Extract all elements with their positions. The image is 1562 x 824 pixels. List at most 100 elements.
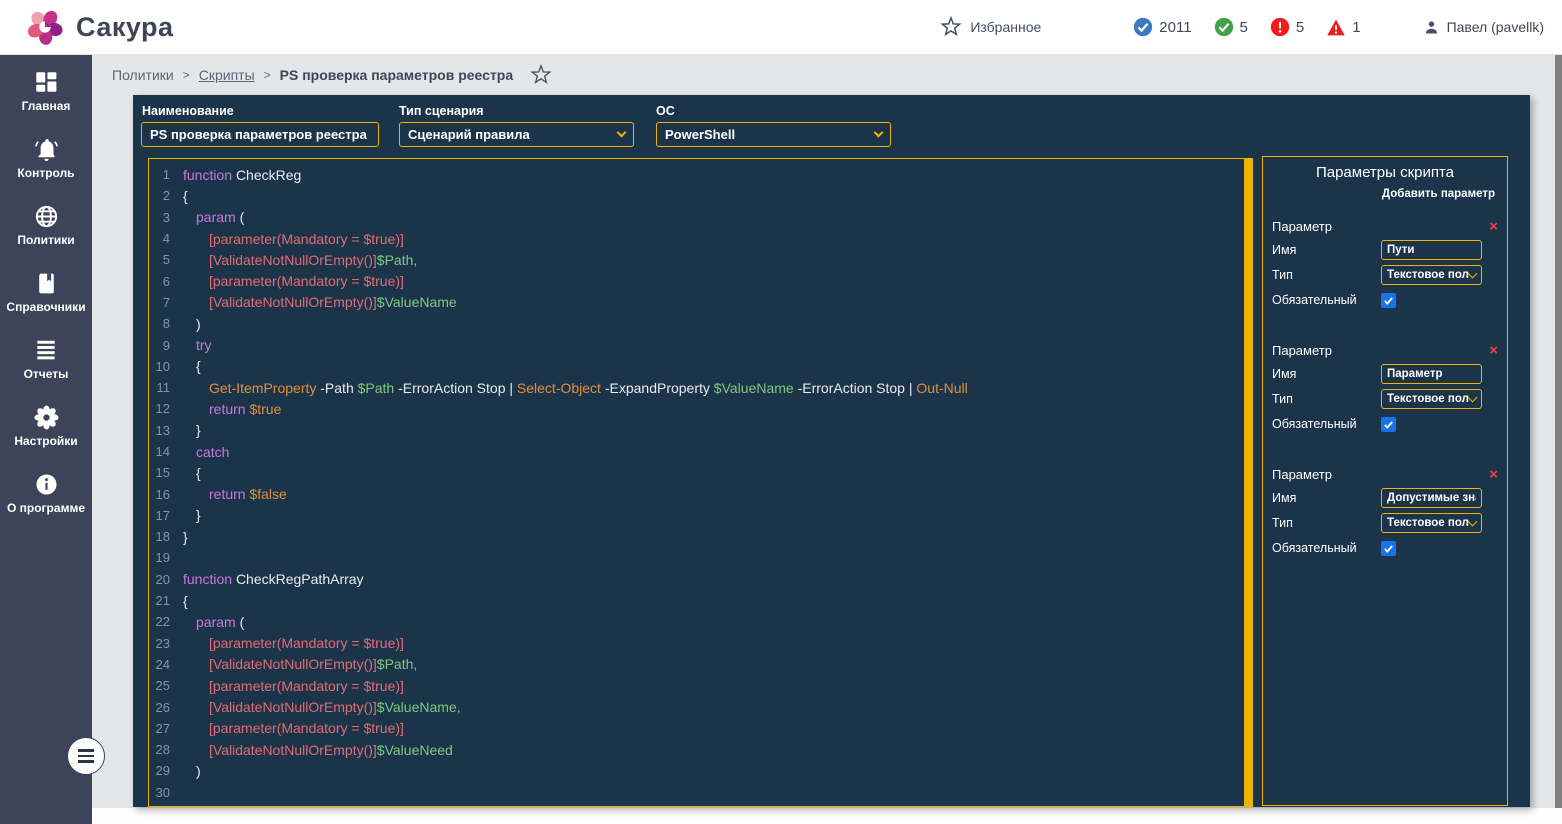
- check-icon: [1383, 543, 1394, 554]
- sidebar-item-policies[interactable]: Политики: [0, 202, 92, 269]
- editor-scrollbar[interactable]: [1244, 159, 1252, 806]
- line-code: [ValidateNotNullOrEmpty()]$ValueName: [183, 294, 457, 310]
- line-code: [ValidateNotNullOrEmpty()]$ValueNeed: [183, 742, 453, 758]
- parameter-required-label: Обязательный: [1272, 417, 1381, 431]
- sidebar: ГлавнаяКонтрольПолитики Справочники Отчеты…: [0, 55, 92, 824]
- chevron-down-icon: [1468, 269, 1478, 279]
- line-number: 26: [149, 700, 183, 715]
- parameter-type-value: Текстовое поле: [1387, 517, 1469, 529]
- code-line: 5 [ValidateNotNullOrEmpty()]$Path,: [149, 249, 1252, 270]
- parameter-required-checkbox[interactable]: [1381, 417, 1396, 432]
- code-line: 2 {: [149, 185, 1252, 206]
- badge-total[interactable]: 2011: [1133, 17, 1191, 37]
- parameter-name-label: Имя: [1272, 491, 1381, 505]
- parameter-type-select[interactable]: Текстовое поле: [1381, 389, 1482, 409]
- chevron-down-icon: [617, 128, 627, 138]
- app-title: Сакура: [76, 12, 174, 43]
- parameter-name-input[interactable]: [1381, 488, 1482, 508]
- chevron-down-icon: [1468, 517, 1478, 527]
- line-number: 7: [149, 295, 183, 310]
- line-number: 16: [149, 487, 183, 502]
- remove-parameter-icon[interactable]: ×: [1489, 343, 1498, 358]
- line-code: {: [183, 188, 188, 204]
- code-line: 17 }: [149, 505, 1252, 526]
- remove-parameter-icon[interactable]: ×: [1489, 219, 1498, 234]
- code-line: 10 {: [149, 356, 1252, 377]
- chevron-down-icon: [1468, 393, 1478, 403]
- badge-total-count: 2011: [1159, 19, 1191, 36]
- parameter-type-label: Тип: [1272, 516, 1381, 530]
- sidebar-item-reports[interactable]: Отчеты: [0, 336, 92, 403]
- line-code: function CheckRegPathArray: [183, 571, 364, 587]
- bookmark-star-icon[interactable]: [530, 64, 552, 86]
- app-logo[interactable]: Сакура: [24, 6, 174, 48]
- badge-error[interactable]: 5: [1270, 17, 1304, 37]
- name-input[interactable]: [141, 122, 379, 147]
- badge-success[interactable]: 5: [1214, 17, 1248, 37]
- badge-warning[interactable]: 1: [1326, 17, 1360, 37]
- menu-toggle-button[interactable]: [67, 737, 105, 775]
- check-icon: [1383, 419, 1394, 430]
- line-code: [ValidateNotNullOrEmpty()]$Path,: [183, 656, 417, 672]
- script-editor-panel: Наименование Тип сценария Сценарий прави…: [133, 95, 1530, 807]
- breadcrumb-scripts[interactable]: Скрипты: [199, 67, 255, 83]
- line-number: 6: [149, 274, 183, 289]
- code-editor[interactable]: 1 function CheckReg 2 { 3 param ( 4 [par…: [148, 158, 1253, 807]
- line-code: [parameter(Mandatory = $true)]: [183, 720, 404, 736]
- parameter-type-select[interactable]: Текстовое поле: [1381, 513, 1482, 533]
- parameter-required-checkbox[interactable]: [1381, 293, 1396, 308]
- parameter-block-title: Параметр: [1272, 343, 1332, 358]
- parameter-required-label: Обязательный: [1272, 541, 1381, 555]
- favorites-button[interactable]: Избранное: [940, 16, 1041, 38]
- parameter-required-checkbox[interactable]: [1381, 541, 1396, 556]
- page-scrollbar[interactable]: [1555, 55, 1562, 808]
- line-code: [parameter(Mandatory = $true)]: [183, 678, 404, 694]
- parameter-name-input[interactable]: [1381, 364, 1482, 384]
- sidebar-item-label: Настройки: [14, 434, 77, 448]
- line-number: 13: [149, 423, 183, 438]
- parameter-block-title: Параметр: [1272, 467, 1332, 482]
- code-line: 19: [149, 547, 1252, 568]
- sidebar-item-about[interactable]: О программе: [0, 470, 92, 537]
- line-number: 17: [149, 508, 183, 523]
- os-select[interactable]: PowerShell: [656, 122, 891, 147]
- line-code: }: [183, 507, 201, 523]
- name-field-label: Наименование: [142, 104, 234, 118]
- breadcrumb-policies[interactable]: Политики: [112, 67, 174, 83]
- code-line: 16 return $false: [149, 483, 1252, 504]
- parameter-name-input[interactable]: [1381, 240, 1482, 260]
- line-number: 28: [149, 742, 183, 757]
- parameter-blocks: Параметр × Имя Тип Текстовое поле Обязат…: [1263, 215, 1507, 560]
- line-code: param (: [183, 614, 244, 630]
- parameter-type-select[interactable]: Текстовое поле: [1381, 265, 1482, 285]
- sidebar-item-label: Справочники: [6, 300, 85, 314]
- user-menu[interactable]: Павел (pavellk): [1423, 19, 1544, 36]
- scenario-type-select[interactable]: Сценарий правила: [399, 122, 634, 147]
- code-line: 25 [parameter(Mandatory = $true)]: [149, 675, 1252, 696]
- line-number: 4: [149, 231, 183, 246]
- breadcrumb-separator: >: [183, 68, 190, 82]
- sakura-flower-icon: [24, 6, 66, 48]
- breadcrumb-separator: >: [264, 68, 271, 82]
- code-line: 7 [ValidateNotNullOrEmpty()]$ValueName: [149, 292, 1252, 313]
- code-line: 13 }: [149, 420, 1252, 441]
- code-line: 12 return $true: [149, 398, 1252, 419]
- sidebar-item-label: О программе: [7, 501, 85, 515]
- line-number: 30: [149, 785, 183, 800]
- sidebar-item-control[interactable]: Контроль: [0, 135, 92, 202]
- line-code: Get-ItemProperty -Path $Path -ErrorActio…: [183, 380, 968, 396]
- parameter-name-label: Имя: [1272, 367, 1381, 381]
- line-number: 24: [149, 657, 183, 672]
- content-area: Политики > Скрипты > PS проверка парамет…: [92, 55, 1562, 824]
- user-label: Павел (pavellk): [1447, 19, 1544, 35]
- sidebar-item-settings[interactable]: Настройки: [0, 403, 92, 470]
- line-code: return $true: [183, 401, 281, 417]
- sidebar-item-directories[interactable]: Справочники: [0, 269, 92, 336]
- remove-parameter-icon[interactable]: ×: [1489, 467, 1498, 482]
- line-code: try: [183, 337, 212, 353]
- line-number: 27: [149, 721, 183, 736]
- line-code: [ValidateNotNullOrEmpty()]$Path,: [183, 252, 417, 268]
- code-lines: 1 function CheckReg 2 { 3 param ( 4 [par…: [149, 159, 1252, 807]
- add-parameter-button[interactable]: Добавить параметр: [1263, 188, 1495, 200]
- sidebar-item-home[interactable]: Главная: [0, 68, 92, 135]
